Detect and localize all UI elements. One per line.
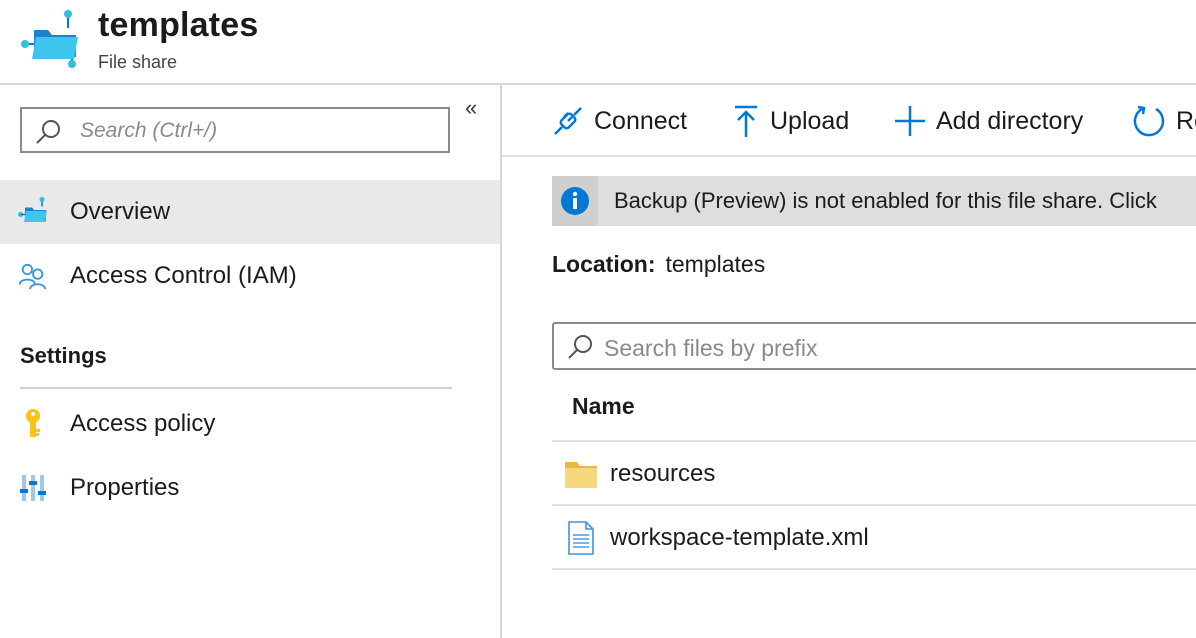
key-icon — [18, 409, 48, 439]
sidebar-item-overview[interactable]: Overview — [0, 180, 500, 244]
refresh-icon — [1133, 105, 1165, 137]
header-divider — [552, 440, 1196, 442]
row-divider — [552, 504, 1196, 506]
upload-label: Upload — [770, 106, 850, 135]
table-row[interactable]: workspace-template.xml — [552, 507, 1196, 569]
info-icon — [552, 176, 598, 226]
sidebar-item-label: Access policy — [70, 410, 216, 437]
sidebar-item-label: Properties — [70, 474, 180, 501]
banner-text: Backup (Preview) is not enabled for this… — [614, 188, 1157, 213]
file-search-input[interactable] — [602, 332, 1166, 364]
file-share-icon — [20, 10, 80, 68]
add-directory-label: Add directory — [936, 106, 1084, 135]
people-icon — [18, 261, 48, 291]
page-header: templates File share — [0, 0, 1196, 85]
location-row: Location: templates — [552, 251, 765, 278]
column-header-name[interactable]: Name — [572, 393, 635, 420]
upload-icon — [735, 105, 757, 137]
connect-label: Connect — [594, 106, 688, 135]
command-toolbar: Connect Upload Add directory Re — [502, 85, 1196, 157]
sidebar-item-label: Overview — [70, 198, 171, 225]
file-search[interactable] — [552, 322, 1196, 370]
sidebar-search-input[interactable] — [78, 115, 442, 147]
sidebar: « Overview — [0, 85, 502, 638]
refresh-label: Re — [1176, 106, 1196, 135]
table-row[interactable]: resources — [552, 443, 1196, 505]
location-label: Location: — [552, 251, 656, 277]
settings-section-title: Settings — [20, 343, 107, 368]
sidebar-search[interactable] — [20, 107, 450, 153]
sidebar-item-access-control[interactable]: Access Control (IAM) — [0, 244, 500, 308]
sidebar-item-label: Access Control (IAM) — [70, 262, 297, 289]
row-divider — [552, 568, 1196, 570]
file-share-icon — [18, 197, 48, 227]
connect-icon — [554, 107, 582, 135]
properties-icon — [18, 473, 48, 503]
backup-info-banner[interactable]: Backup (Preview) is not enabled for this… — [552, 176, 1196, 226]
connect-button[interactable]: Connect — [552, 101, 687, 141]
refresh-button[interactable]: Re — [1132, 101, 1196, 141]
file-name: workspace-template.xml — [610, 524, 869, 551]
collapse-sidebar-icon[interactable]: « — [465, 95, 477, 121]
document-icon — [564, 521, 598, 555]
search-icon — [568, 335, 592, 359]
sidebar-item-properties[interactable]: Properties — [0, 456, 500, 520]
page-title: templates — [98, 6, 259, 44]
add-directory-button[interactable]: Add directory — [894, 101, 1083, 141]
upload-button[interactable]: Upload — [732, 101, 849, 141]
sidebar-item-access-policy[interactable]: Access policy — [0, 392, 500, 456]
page-subtitle: File share — [98, 52, 178, 72]
add-icon — [895, 106, 925, 136]
search-icon — [36, 120, 60, 144]
location-value: templates — [665, 251, 766, 277]
folder-icon — [564, 457, 598, 491]
file-name: resources — [610, 460, 716, 487]
settings-divider — [20, 387, 452, 389]
